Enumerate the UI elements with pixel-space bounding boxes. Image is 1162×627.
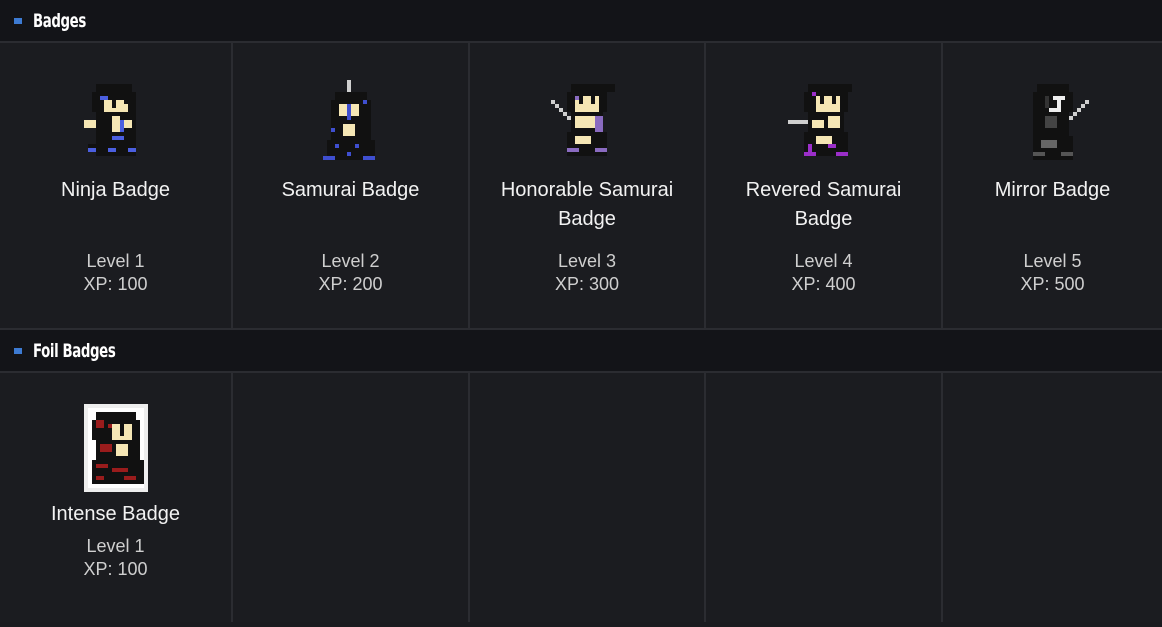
badge-level: Level 1 xyxy=(86,251,145,271)
badge-grid: Ninja Badge Level 1 XP: 100 Samurai Badg… xyxy=(0,43,1162,328)
ninja-icon xyxy=(83,84,136,156)
mirror-icon xyxy=(1032,84,1089,160)
badge-name: Intense Badge xyxy=(51,503,180,525)
badge-card[interactable]: Mirror Badge Level 5 XP: 500 xyxy=(943,43,1162,328)
empty-badge-slot xyxy=(233,373,470,622)
badge-name: Mirror Badge xyxy=(994,179,1111,201)
samurai-icon xyxy=(322,80,375,160)
badge-card[interactable]: Revered Samurai Badge Level 4 XP: 400 xyxy=(706,43,943,328)
empty-badge-slot xyxy=(706,373,943,622)
badge-level: Level 2 xyxy=(321,251,380,271)
badge-xp: XP: 100 xyxy=(83,274,148,294)
section-header-badges: Badges xyxy=(0,0,1162,43)
badge-name: Samurai Badge xyxy=(281,179,420,201)
badge-xp: XP: 200 xyxy=(318,274,383,294)
empty-badge-slot xyxy=(943,373,1162,622)
section-marker-icon xyxy=(14,17,22,24)
badge-card[interactable]: Honorable Samurai Badge Level 3 XP: 300 xyxy=(470,43,706,328)
badge-xp: XP: 500 xyxy=(1020,274,1085,294)
badge-xp: XP: 300 xyxy=(554,274,620,294)
honorable-samurai-icon xyxy=(551,84,615,156)
badge-name: Ninja Badge xyxy=(61,179,170,201)
section-marker-icon xyxy=(14,347,22,354)
badge-xp: XP: 100 xyxy=(83,559,148,579)
empty-badge-slot xyxy=(470,373,706,622)
revered-samurai-icon xyxy=(787,84,852,156)
badge-card[interactable]: Intense Badge Level 1 XP: 100 xyxy=(0,373,233,622)
intense-icon xyxy=(83,404,148,492)
badge-name: Revered Samurai Badge xyxy=(745,179,902,230)
badge-card[interactable]: Samurai Badge Level 2 XP: 200 xyxy=(233,43,470,328)
section-title: Badges xyxy=(33,9,86,32)
foil-badges-section: Foil Badges Intense Badge Level 1 XP: 10… xyxy=(0,330,1162,622)
badge-xp: XP: 400 xyxy=(791,274,856,294)
badge-card[interactable]: Ninja Badge Level 1 XP: 100 xyxy=(0,43,233,328)
badge-level: Level 3 xyxy=(557,251,617,271)
section-header-foil-badges: Foil Badges xyxy=(0,330,1162,373)
foil-badge-grid: Intense Badge Level 1 XP: 100 xyxy=(0,373,1162,622)
badges-section: Badges Ninja Badge Level 1 XP: 100 Samur… xyxy=(0,0,1162,328)
badge-name: Honorable Samurai Badge xyxy=(500,179,674,230)
badge-level: Level 4 xyxy=(794,251,853,271)
section-title: Foil Badges xyxy=(33,339,116,362)
badge-level: Level 1 xyxy=(86,536,145,556)
badge-level: Level 5 xyxy=(1023,251,1082,271)
